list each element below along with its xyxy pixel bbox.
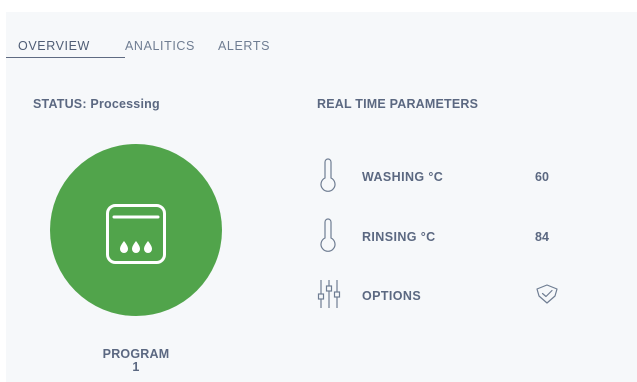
thermometer-icon <box>320 218 336 252</box>
tab-bar: OVERVIEW ANALITICS ALERTS <box>6 12 637 60</box>
dashboard-panel: OVERVIEW ANALITICS ALERTS STATUS: Proces… <box>6 12 637 382</box>
sliders-icon <box>317 280 341 308</box>
status-label: STATUS: <box>33 97 87 111</box>
program-number: 1 <box>132 360 140 374</box>
status-text: STATUS: Processing <box>33 97 160 111</box>
tab-overview[interactable]: OVERVIEW <box>18 39 90 53</box>
param-label-washing: WASHING °C <box>362 170 444 184</box>
param-value-rinsing: 84 <box>535 230 549 244</box>
thermometer-icon <box>320 158 336 192</box>
program-status-circle <box>50 144 222 316</box>
param-label-options: OPTIONS <box>362 289 422 303</box>
realtime-title: REAL TIME PARAMETERS <box>317 97 479 111</box>
tab-alerts[interactable]: ALERTS <box>218 39 270 53</box>
shield-check-icon[interactable] <box>535 282 559 306</box>
active-tab-indicator <box>6 57 125 58</box>
tab-analitics[interactable]: ANALITICS <box>125 39 195 53</box>
param-label-rinsing: RINSING °C <box>362 230 436 244</box>
param-row-options: OPTIONS <box>317 277 577 317</box>
program-label: PROGRAM 1 <box>76 348 196 374</box>
param-value-washing: 60 <box>535 170 549 184</box>
param-row-rinsing: RINSING °C 84 <box>317 218 577 258</box>
washing-program-icon <box>106 204 166 264</box>
status-value: Processing <box>90 97 160 111</box>
param-row-washing: WASHING °C 60 <box>317 158 577 198</box>
